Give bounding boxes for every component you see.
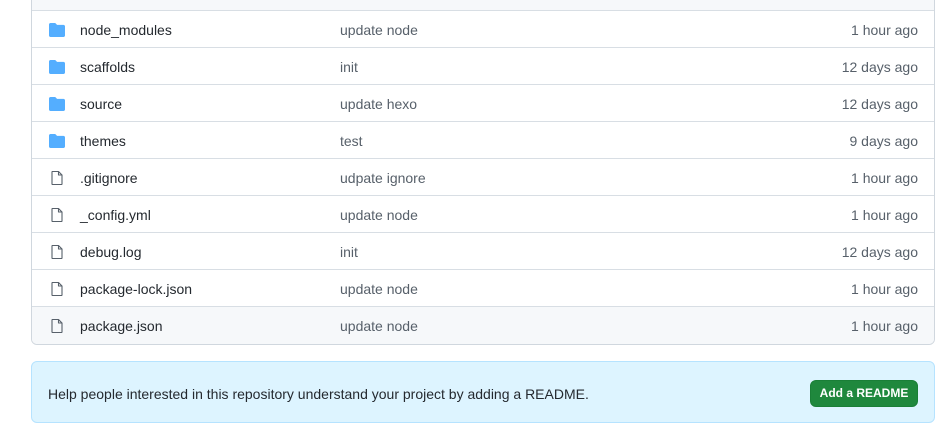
file-list: node_modules update node 1 hour ago scaffol… [31,0,935,345]
commit-message-link[interactable]: update node [340,318,418,334]
file-icon [49,318,65,334]
file-icon [49,244,65,260]
commit-age: 1 hour ago [851,318,918,334]
file-name-link[interactable]: package-lock.json [80,281,192,297]
file-name-link[interactable]: source [80,96,122,112]
commit-message-link[interactable]: udpate ignore [340,170,426,186]
folder-icon [49,134,65,148]
file-name-link[interactable]: node_modules [80,22,172,38]
file-row[interactable]: node_modules update node 1 hour ago [32,11,934,48]
commit-age: 12 days ago [841,244,918,260]
file-row[interactable]: package.json update node 1 hour ago [32,307,934,344]
commit-age: 9 days ago [849,133,919,149]
commit-age: 1 hour ago [851,22,918,38]
file-icon [49,281,65,297]
file-row[interactable]: source update hexo 12 days ago [32,85,934,122]
file-rows: node_modules update node 1 hour ago scaffol… [32,11,934,344]
commit-age: 1 hour ago [851,207,918,223]
file-icon [49,170,65,186]
commit-age: 1 hour ago [851,170,918,186]
commit-age: 12 days ago [841,96,918,112]
folder-icon [49,60,65,74]
readme-banner-text: Help people interested in this repositor… [48,386,589,402]
file-name-link[interactable]: themes [80,133,126,149]
file-name-link[interactable]: package.json [80,318,163,334]
commit-message-link[interactable]: init [340,244,358,260]
commit-message-link[interactable]: update node [340,207,418,223]
file-row[interactable]: package-lock.json update node 1 hour ago [32,270,934,307]
file-row[interactable]: scaffolds init 12 days ago [32,48,934,85]
commit-message-link[interactable]: update hexo [340,96,417,112]
file-list-header [32,0,934,11]
folder-icon [49,97,65,111]
file-name-link[interactable]: .gitignore [80,170,138,186]
file-icon [49,207,65,223]
commit-message-link[interactable]: update node [340,281,418,297]
commit-message-link[interactable]: update node [340,22,418,38]
folder-icon [49,23,65,37]
add-readme-button[interactable]: Add a README [810,380,918,407]
file-name-link[interactable]: scaffolds [80,59,135,75]
commit-message-link[interactable]: test [340,133,363,149]
file-name-link[interactable]: debug.log [80,244,142,260]
file-row[interactable]: themes test 9 days ago [32,122,934,159]
file-row[interactable]: .gitignore udpate ignore 1 hour ago [32,159,934,196]
commit-message-link[interactable]: init [340,59,358,75]
readme-banner: Help people interested in this repositor… [31,361,935,423]
file-row[interactable]: _config.yml update node 1 hour ago [32,196,934,233]
file-row[interactable]: debug.log init 12 days ago [32,233,934,270]
file-name-link[interactable]: _config.yml [80,207,151,223]
commit-age: 1 hour ago [851,281,918,297]
commit-age: 12 days ago [841,59,918,75]
